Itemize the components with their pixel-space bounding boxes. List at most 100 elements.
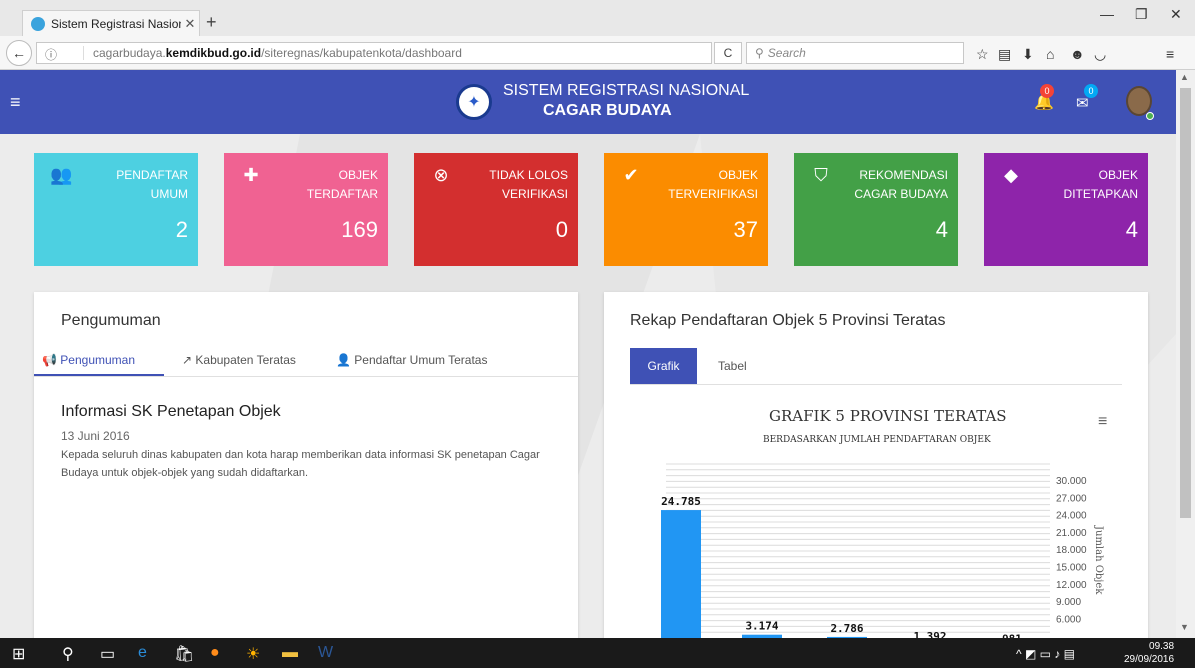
- hamburger-menu-icon[interactable]: ≡: [10, 92, 21, 113]
- firefox-icon[interactable]: ●: [210, 644, 220, 662]
- word-icon[interactable]: W: [318, 644, 333, 662]
- online-status-dot: [1146, 112, 1154, 120]
- stat-label-1: OBJEK: [1098, 168, 1138, 182]
- windows-taskbar: ⊞ ⚲ ▭ e 🛍 ● ☀ ▬ W ^ ◩ ▭ ♪ ▤ 09.38 29/09/…: [0, 638, 1195, 668]
- stat-label-2: DITETAPKAN: [1063, 187, 1138, 201]
- stat-label-1: OBJEK: [338, 168, 378, 182]
- browser-tab[interactable]: Sistem Registrasi Nasional... ✕: [22, 10, 200, 36]
- tab-divider: [34, 376, 578, 377]
- announcement-text: Kepada seluruh dinas kabupaten dan kota …: [61, 449, 540, 479]
- restore-icon[interactable]: ❐: [1135, 6, 1148, 23]
- cancel-icon: ⊗: [433, 165, 449, 185]
- notification-badge: 0: [1040, 84, 1054, 98]
- reading-list-icon[interactable]: ▤: [998, 46, 1011, 63]
- app-icon[interactable]: ☀: [246, 644, 260, 664]
- pocket-icon[interactable]: ◡: [1094, 46, 1106, 63]
- back-button[interactable]: ←: [6, 40, 32, 66]
- tab-label: Pengumuman: [60, 353, 136, 367]
- stat-value: 0: [555, 217, 568, 242]
- stat-value: 4: [935, 217, 948, 242]
- clock[interactable]: 09.38 29/09/2016: [1124, 640, 1174, 666]
- stat-label-1: TIDAK LOLOS: [489, 168, 568, 182]
- stat-label-2: TERDAFTAR: [306, 187, 378, 201]
- browser-tab-bar: Sistem Registrasi Nasional... ✕ + — ❐ ✕: [0, 0, 1195, 36]
- browser-nav-bar: ← ⓘ cagarbudaya. kemdikbud.go.id/siteregn…: [0, 36, 1195, 70]
- menu-icon[interactable]: ≡: [1166, 46, 1174, 62]
- stat-value: 169: [341, 217, 378, 242]
- tag-icon: ◆: [1004, 165, 1018, 185]
- app-header: ≡ ✦ SISTEM REGISTRASI NASIONAL CAGAR BUD…: [0, 70, 1176, 134]
- add-box-icon: ✚: [243, 165, 259, 185]
- tab-label: Tabel: [718, 359, 747, 373]
- chart-tab-divider: [630, 384, 1122, 385]
- chat-icon[interactable]: ☻: [1070, 46, 1085, 62]
- stat-card-pendaftar-umum[interactable]: 👥 PENDAFTAR UMUM 2: [34, 153, 198, 266]
- users-icon: 👥: [50, 165, 73, 185]
- window-close-icon[interactable]: ✕: [1170, 6, 1182, 23]
- chart-menu-icon[interactable]: ≡: [1098, 413, 1107, 431]
- stat-card-terverifikasi[interactable]: ✔ OBJEK TERVERIFIKASI 37: [604, 153, 768, 266]
- clock-time: 09.38: [1149, 641, 1175, 652]
- clock-date: 29/09/2016: [1124, 654, 1175, 665]
- minimize-icon[interactable]: —: [1100, 6, 1114, 22]
- bookmark-star-icon[interactable]: ☆: [976, 46, 989, 63]
- tab-kabupaten-teratas[interactable]: ↗ Kabupaten Teratas: [182, 353, 296, 367]
- new-tab-button[interactable]: +: [206, 12, 217, 33]
- file-explorer-icon[interactable]: ▬: [282, 644, 298, 662]
- page-scrollbar[interactable]: ▲ ▼: [1176, 70, 1195, 638]
- site-info-icon[interactable]: ⓘ: [45, 46, 57, 63]
- search-icon[interactable]: ⚲: [62, 644, 74, 664]
- search-icon: ⚲: [755, 46, 764, 60]
- stat-label-1: PENDAFTAR: [116, 168, 188, 182]
- stat-label-2: TERVERIFIKASI: [668, 187, 758, 201]
- reload-icon: C: [723, 46, 733, 60]
- clipboard-check-icon: ✔: [623, 165, 639, 185]
- windows-start-icon[interactable]: ⊞: [12, 644, 25, 664]
- tab-label: Kabupaten Teratas: [195, 353, 296, 367]
- url-bar[interactable]: ⓘ cagarbudaya. kemdikbud.go.id/siteregnas…: [36, 42, 712, 64]
- tab-tabel[interactable]: Tabel: [718, 359, 747, 373]
- scrollbar-thumb[interactable]: [1180, 88, 1191, 518]
- announcement-title: Informasi SK Penetapan Objek: [61, 403, 281, 420]
- url-path: /siteregnas/kabupatenkota/dashboard: [261, 46, 462, 60]
- announcement-panel-title: Pengumuman: [61, 312, 161, 329]
- search-input[interactable]: ⚲ Search: [746, 42, 964, 64]
- system-tray-icons[interactable]: ^ ◩ ▭ ♪ ▤: [1016, 647, 1075, 661]
- stat-label-2: CAGAR BUDAYA: [854, 187, 948, 201]
- reload-button[interactable]: C: [714, 42, 742, 64]
- edge-browser-icon[interactable]: e: [138, 644, 147, 662]
- scroll-down-icon[interactable]: ▼: [1180, 622, 1189, 632]
- stat-card-ditetapkan[interactable]: ◆ OBJEK DITETAPKAN 4: [984, 153, 1148, 266]
- tab-title: Sistem Registrasi Nasional...: [51, 16, 181, 31]
- search-placeholder: Search: [767, 46, 806, 60]
- announcement-date: 13 Juni 2016: [61, 429, 130, 443]
- stat-label-1: OBJEK: [718, 168, 758, 182]
- site-favicon-icon: [31, 16, 45, 31]
- app-title-line1: SISTEM REGISTRASI NASIONAL: [503, 82, 750, 99]
- stat-card-tidak-lolos[interactable]: ⊗ TIDAK LOLOS VERIFIKASI 0: [414, 153, 578, 266]
- store-icon[interactable]: 🛍: [174, 644, 194, 664]
- download-icon[interactable]: ⬇: [1022, 46, 1034, 63]
- stat-label-2: UMUM: [150, 187, 188, 201]
- stat-value: 37: [733, 217, 758, 242]
- active-tab-indicator: [34, 374, 164, 376]
- back-arrow-icon: ←: [12, 45, 26, 61]
- stat-card-rekomendasi[interactable]: ⛉ REKOMENDASI CAGAR BUDAYA 4: [794, 153, 958, 266]
- chart-subtitle: BERDASARKAN JUMLAH PENDAFTARAN OBJEK: [763, 435, 991, 445]
- scroll-up-icon[interactable]: ▲: [1180, 72, 1189, 82]
- shield-check-icon: ⛉: [814, 165, 828, 185]
- tab-grafik[interactable]: Grafik: [630, 348, 697, 384]
- task-view-icon[interactable]: ▭: [100, 644, 115, 664]
- home-icon[interactable]: ⌂: [1046, 46, 1054, 62]
- tab-label: Pendaftar Umum Teratas: [354, 353, 488, 367]
- tab-label: Grafik: [647, 359, 680, 373]
- trending-icon: ↗: [182, 353, 193, 367]
- url-domain: kemdikbud.go.id: [165, 46, 262, 60]
- tab-pengumuman[interactable]: 📢 Pengumuman: [42, 353, 135, 367]
- url-separator: [83, 46, 84, 60]
- stat-card-objek-terdaftar[interactable]: ✚ OBJEK TERDAFTAR 169: [224, 153, 388, 266]
- tab-close-icon[interactable]: ✕: [181, 16, 199, 32]
- chart-panel: [604, 292, 1148, 638]
- stat-value: 2: [175, 217, 188, 242]
- tab-pendaftar-umum-teratas[interactable]: 👤 Pendaftar Umum Teratas: [336, 353, 487, 367]
